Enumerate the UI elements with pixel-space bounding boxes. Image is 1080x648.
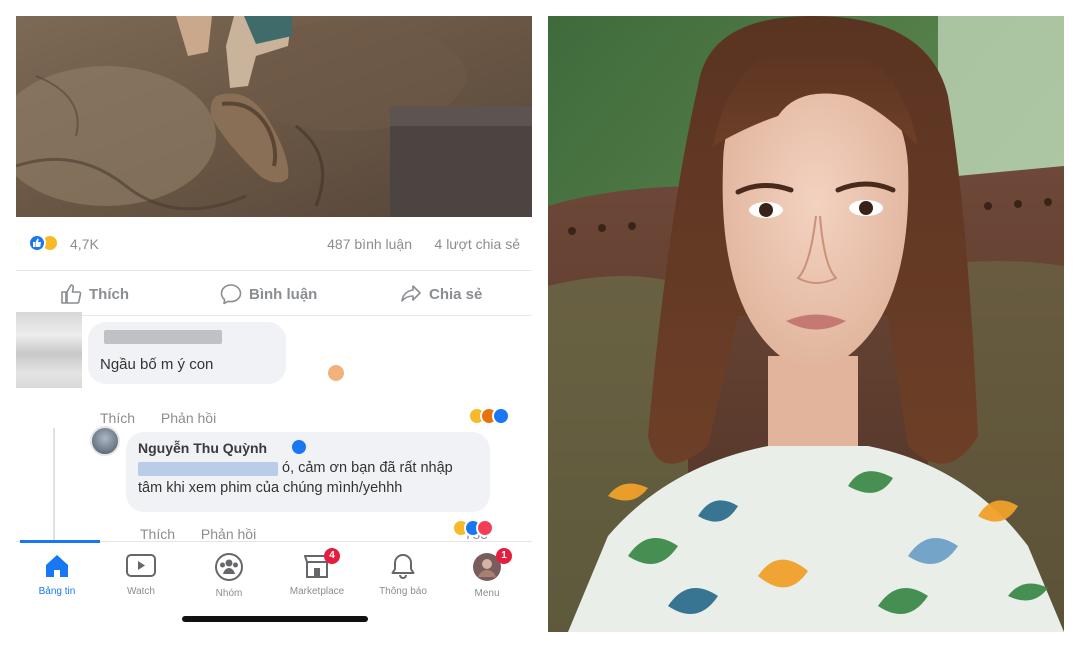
like-reaction-icon	[28, 234, 46, 252]
share-icon	[401, 285, 421, 302]
nav-label: Nhóm	[215, 588, 243, 599]
comment: Ngầu bố m ý con Thích Phản hồi 415	[16, 312, 532, 426]
nav-label: Bảng tin	[38, 586, 76, 597]
reply-actions: Thích Phản hồi	[140, 526, 278, 542]
comments-count[interactable]: 487 bình luận	[327, 236, 412, 252]
verified-badge-icon	[292, 440, 306, 454]
notification-badge: 1	[496, 548, 512, 564]
reply-like-link[interactable]: Thích	[140, 526, 175, 542]
nav-item-home[interactable]: Bảng tin	[16, 552, 102, 597]
nav-label: Thông báo	[379, 586, 427, 597]
comment-button[interactable]: Bình luận	[220, 279, 317, 309]
comment-bubble: Ngầu bố m ý con	[88, 322, 344, 384]
comment-like-link[interactable]: Thích	[100, 410, 135, 426]
reply-bubble: Nguyễn Thu Quỳnh ó, cảm ơn bạn đã rất nh…	[126, 432, 490, 512]
nav-label: Watch	[127, 586, 155, 597]
post-video-thumbnail[interactable]	[16, 16, 532, 217]
home-icon	[46, 555, 68, 577]
reply-text-line2: tâm khi xem phim của chúng mình/yehhh	[138, 480, 403, 496]
thumbs-up-icon	[61, 284, 82, 304]
comment-text: Ngầu bố m ý con	[100, 356, 214, 373]
active-tab-indicator	[20, 540, 100, 543]
nav-item-menu[interactable]: 1 Menu	[442, 548, 532, 599]
watch-icon	[126, 554, 156, 577]
like-button[interactable]: Thích	[60, 279, 129, 309]
nav-label: Marketplace	[289, 586, 345, 597]
like-reaction-icon	[492, 407, 510, 425]
home-indicator	[182, 616, 368, 622]
love-reaction-icon	[476, 519, 494, 537]
post-reaction-summary: 4,7K 487 bình luận 4 lượt chia sẻ	[16, 228, 532, 258]
comment-button-label: Bình luận	[249, 285, 318, 303]
comment-icon	[220, 284, 242, 305]
bell-icon	[391, 554, 415, 579]
share-button[interactable]: Chia sẻ	[400, 279, 482, 309]
reply-author-name[interactable]: Nguyễn Thu Quỳnh	[138, 440, 267, 456]
nav-item-watch[interactable]: Watch	[96, 552, 186, 597]
reaction-icons[interactable]	[28, 234, 64, 252]
shares-count[interactable]: 4 lượt chia sẻ	[435, 236, 520, 252]
bottom-navigation: Bảng tin Watch Nhóm 4 Marketplace Thông …	[16, 540, 532, 632]
comment-actions: Thích Phản hồi	[100, 410, 238, 426]
comment-reply-link[interactable]: Phản hồi	[161, 410, 216, 426]
nav-item-marketplace[interactable]: 4 Marketplace	[272, 548, 362, 597]
commenter-name-redacted[interactable]	[104, 330, 222, 344]
comment-reaction-icons[interactable]	[468, 407, 524, 425]
nav-item-groups[interactable]: Nhóm	[184, 552, 274, 599]
emoji-icon	[328, 365, 344, 381]
avatar[interactable]	[16, 312, 82, 388]
share-button-label: Chia sẻ	[429, 285, 483, 303]
avatar[interactable]	[90, 426, 120, 456]
reply-text-line1: ó, cảm ơn bạn đã rất nhập	[282, 460, 453, 476]
reaction-count[interactable]: 4,7K	[70, 236, 99, 252]
post-action-bar: Thích Bình luận Chia sẻ	[16, 270, 532, 316]
reply-reply-link[interactable]: Phản hồi	[201, 526, 256, 542]
groups-icon	[215, 553, 243, 581]
nav-label: Menu	[474, 588, 500, 599]
reply-reaction-icons[interactable]	[452, 519, 508, 537]
nav-item-notifications[interactable]: Thông báo	[358, 552, 448, 597]
like-button-label: Thích	[89, 285, 129, 303]
mention-redacted[interactable]	[138, 462, 278, 476]
actress-photo	[548, 16, 1064, 632]
notification-badge: 4	[324, 548, 340, 564]
reply-thread-line	[53, 428, 55, 540]
facebook-post-screenshot: 4,7K 487 bình luận 4 lượt chia sẻ Thích …	[16, 16, 532, 632]
